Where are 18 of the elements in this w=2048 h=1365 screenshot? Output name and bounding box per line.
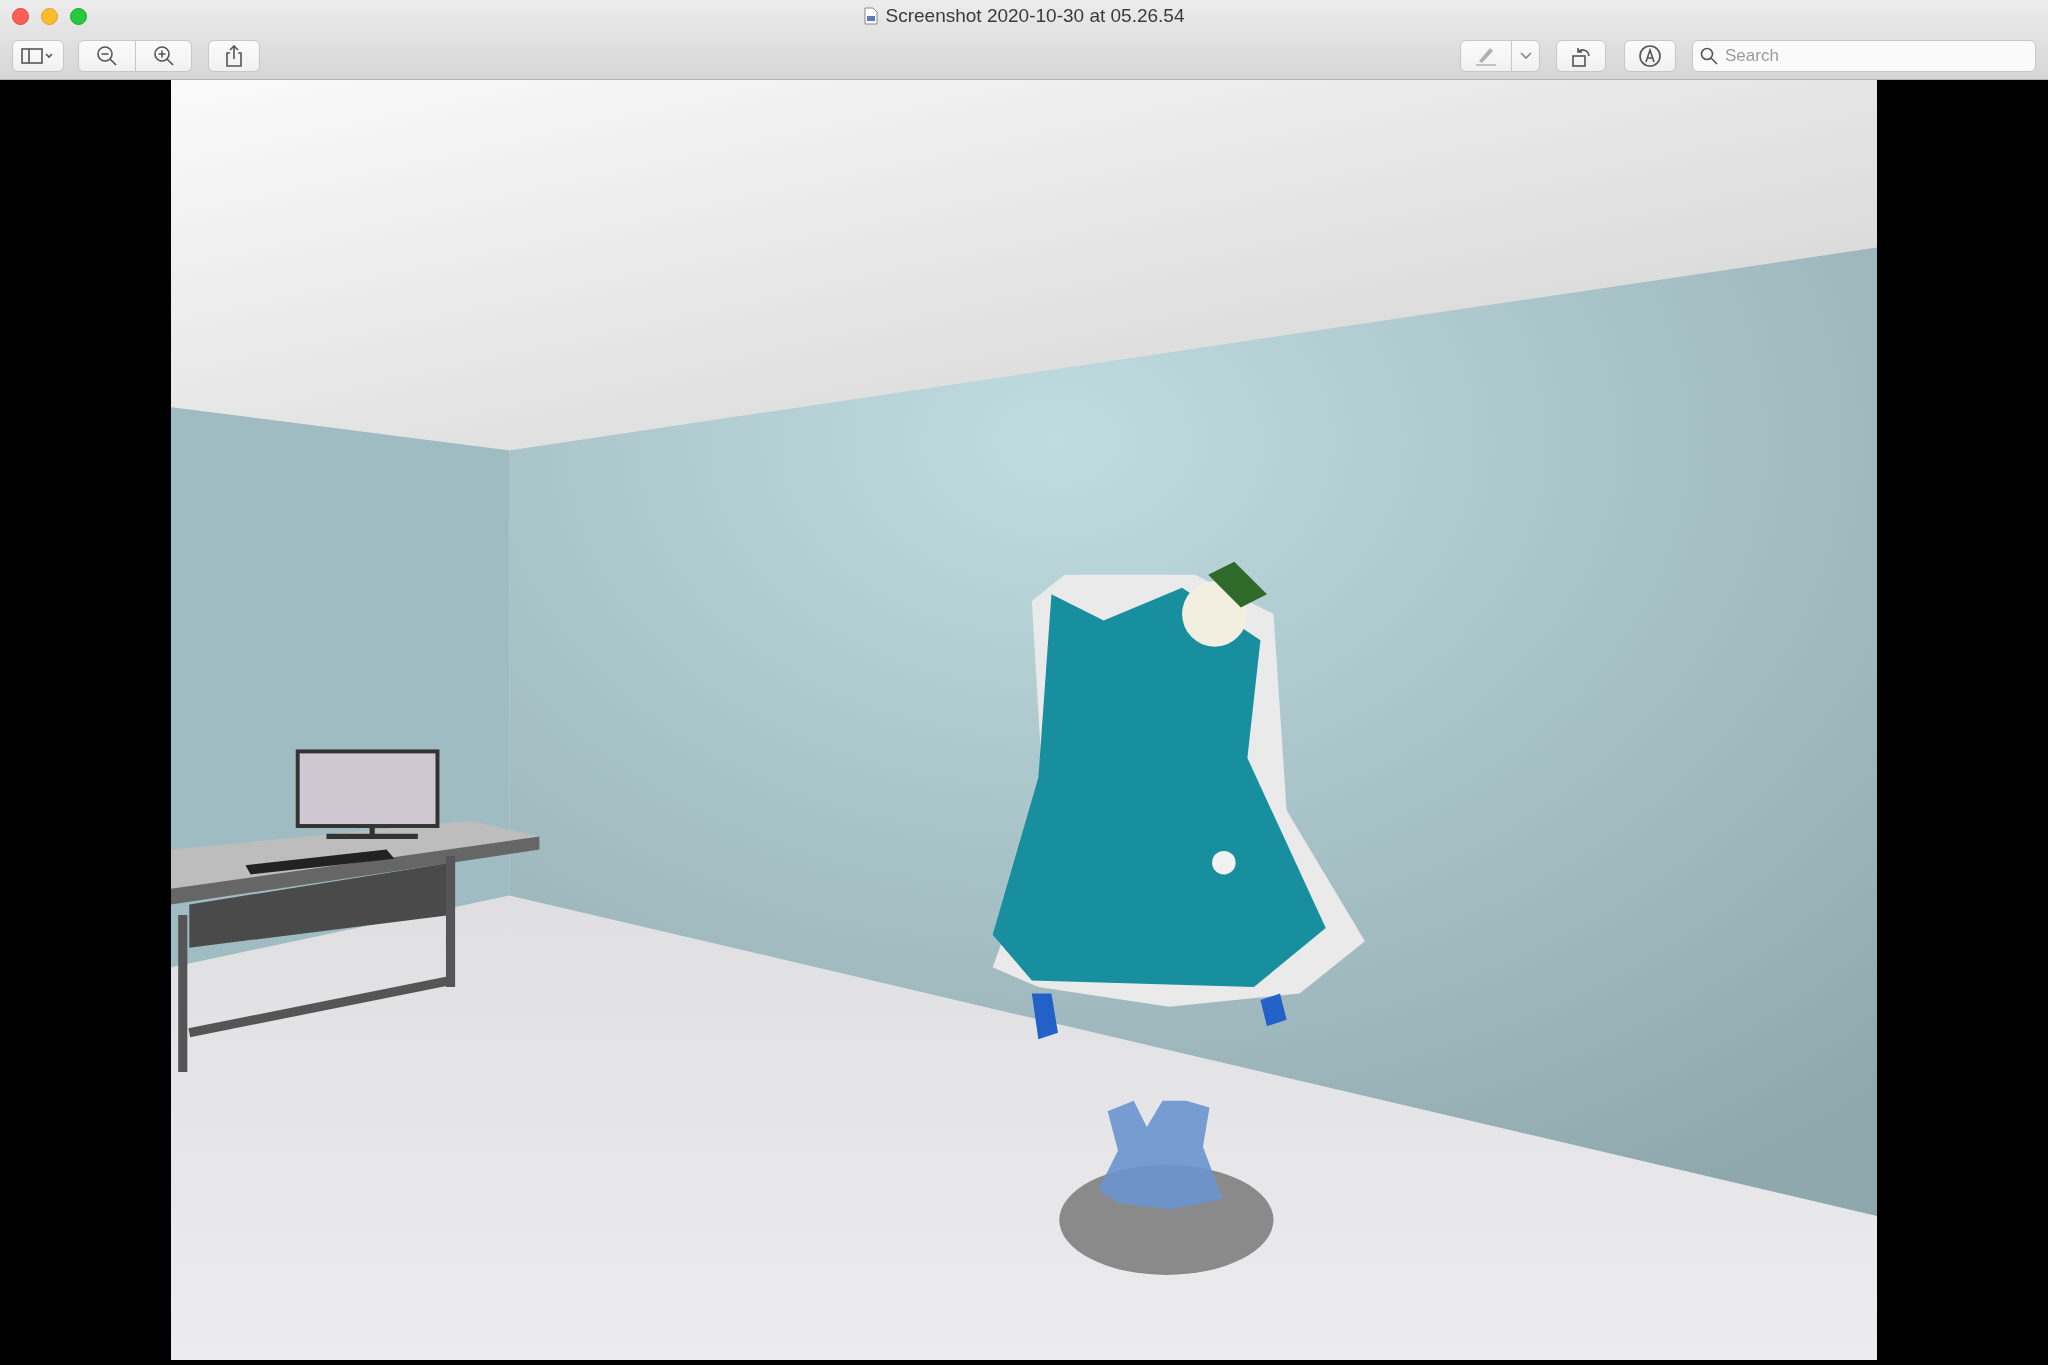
zoom-window-button[interactable] — [70, 7, 87, 25]
window-title: Screenshot 2020-10-30 at 05.26.54 — [885, 5, 1185, 27]
markup-icon — [1638, 43, 1662, 68]
zoom-in-button[interactable] — [136, 39, 192, 72]
zoom-in-icon — [152, 44, 175, 67]
share-icon — [225, 44, 243, 67]
zoom-out-icon — [96, 44, 118, 67]
rotate-button[interactable] — [1556, 39, 1606, 72]
share-button[interactable] — [208, 39, 260, 72]
markup-button[interactable] — [1624, 39, 1676, 72]
search-field[interactable]: Search — [1692, 39, 2036, 72]
sidebar-icon — [21, 47, 55, 64]
document-icon — [863, 7, 878, 25]
close-window-button[interactable] — [12, 7, 29, 25]
zoom-out-button[interactable] — [78, 39, 136, 72]
sidebar-toggle-button[interactable] — [12, 39, 64, 72]
search-icon — [1700, 46, 1718, 65]
chevron-down-icon — [1519, 51, 1532, 60]
